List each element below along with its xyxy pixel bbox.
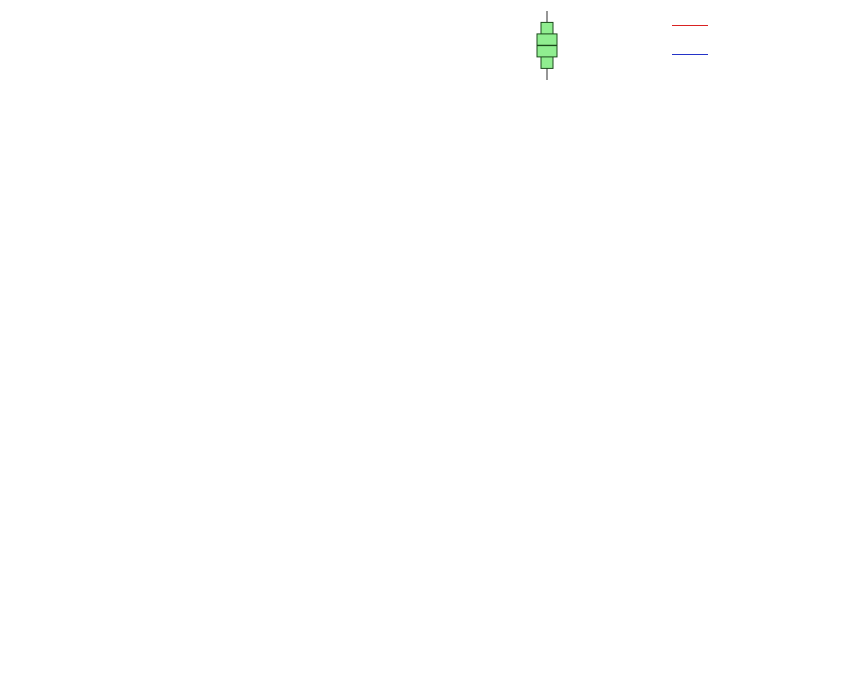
meteogram-page [0, 0, 841, 680]
meteogram-chart [0, 0, 841, 680]
